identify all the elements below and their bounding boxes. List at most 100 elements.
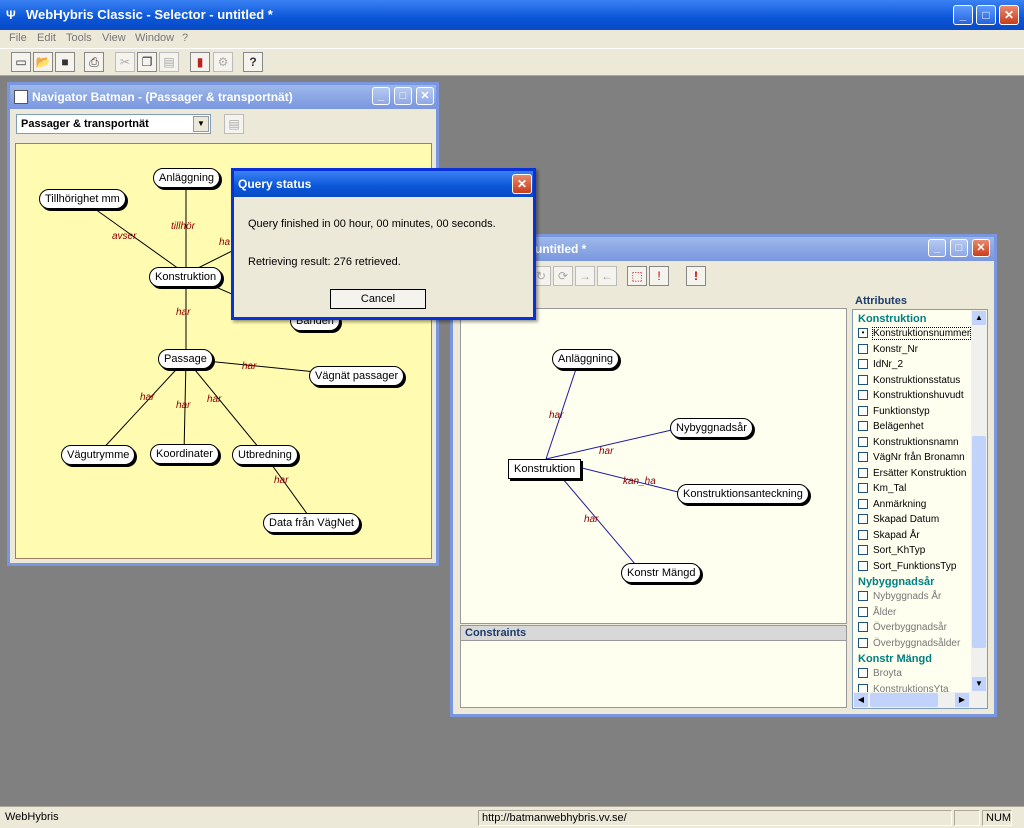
paste-icon[interactable]: ▤ <box>159 52 179 72</box>
attribute-checkbox[interactable] <box>858 606 868 617</box>
help-icon[interactable]: ? <box>243 52 263 72</box>
attribute-item[interactable]: VägNr från Bronamn <box>858 452 965 467</box>
attribute-checkbox[interactable] <box>858 498 868 509</box>
execute-icon[interactable]: ! <box>686 266 706 286</box>
vscroll-thumb[interactable] <box>972 436 986 648</box>
navigator-list-icon[interactable]: ▤ <box>224 114 244 134</box>
node-anlaggning[interactable]: Anläggning <box>153 168 221 188</box>
attribute-item[interactable]: Broyta <box>858 668 902 683</box>
hscroll-thumb[interactable] <box>870 693 938 707</box>
attribute-checkbox[interactable] <box>858 452 868 463</box>
attribute-item[interactable]: Överbyggnadsålder <box>858 638 960 653</box>
attribute-item[interactable]: Nybyggnads År <box>858 591 941 606</box>
menu-view[interactable]: View <box>102 32 126 44</box>
attribute-item[interactable]: Sort_KhTyp <box>858 545 925 560</box>
settings-icon[interactable]: ⚙ <box>213 52 233 72</box>
attribute-checkbox[interactable] <box>858 405 868 416</box>
attribute-item[interactable]: Skapad År <box>858 530 920 545</box>
attribute-item[interactable]: Konstruktionshuvudt <box>858 390 964 405</box>
attribute-checkbox[interactable]: • <box>858 328 868 339</box>
attribute-item[interactable]: KonstruktionsYta <box>858 683 949 692</box>
attribute-checkbox[interactable] <box>858 622 868 633</box>
attribute-item[interactable]: Överbyggnadsår <box>858 622 947 637</box>
not-arrow-icon[interactable]: → <box>575 266 595 286</box>
node-vagutrymme[interactable]: Vägutrymme <box>61 445 136 465</box>
warning-icon[interactable]: ! <box>649 266 669 286</box>
navigator-maximize-button[interactable]: □ <box>394 87 412 105</box>
attribute-item[interactable]: IdNr_2 <box>858 359 903 374</box>
node-koordinater[interactable]: Koordinater <box>150 444 219 464</box>
attribute-checkbox[interactable] <box>858 467 868 478</box>
print-icon[interactable]: ⎙ <box>84 52 104 72</box>
attribute-checkbox[interactable] <box>858 668 868 679</box>
menu-edit[interactable]: Edit <box>37 32 56 44</box>
selector-node-konstruktion[interactable]: Konstruktion <box>508 459 582 479</box>
save-icon[interactable]: ■ <box>55 52 75 72</box>
attribute-item[interactable]: Belägenhet <box>858 421 924 436</box>
node-vagnat-passager[interactable]: Vägnät passager <box>309 366 405 386</box>
selector-node-konstr-mangd[interactable]: Konstr Mängd <box>621 563 702 583</box>
navigator-close-button[interactable]: ✕ <box>416 87 434 105</box>
attribute-checkbox[interactable] <box>858 390 868 401</box>
navigator-minimize-button[interactable]: _ <box>372 87 390 105</box>
refresh-icon[interactable]: ⟳ <box>553 266 573 286</box>
constraints-panel[interactable] <box>460 640 847 708</box>
attribute-item[interactable]: Anmärkning <box>858 499 926 514</box>
attribute-item[interactable]: Konstruktionsnamn <box>858 437 959 452</box>
attribute-item[interactable]: Konstr_Nr <box>858 344 918 359</box>
attribute-checkbox[interactable] <box>858 343 868 354</box>
attribute-item[interactable]: Funktionstyp <box>858 406 930 421</box>
scroll-left-icon[interactable]: ◀ <box>854 693 868 707</box>
selector-minimize-button[interactable]: _ <box>928 239 946 257</box>
attribute-checkbox[interactable] <box>858 421 868 432</box>
selector-node-nybyggnadsar[interactable]: Nybyggnadsår <box>670 418 753 438</box>
attribute-item[interactable]: Km_Tal <box>858 483 906 498</box>
attribute-checkbox[interactable] <box>858 591 868 602</box>
attributes-hscrollbar[interactable]: ◀ ▶ <box>853 692 987 708</box>
menu-file[interactable]: File <box>9 32 27 44</box>
menu-window[interactable]: Window <box>135 32 174 44</box>
attribute-item[interactable]: Sort_FunktionsTyp <box>858 561 956 576</box>
attribute-checkbox[interactable] <box>858 545 868 556</box>
node-passage[interactable]: Passage <box>158 349 213 369</box>
open-icon[interactable]: 📂 <box>33 52 53 72</box>
menu-help[interactable]: ? <box>182 32 188 44</box>
node-tillhorighet[interactable]: Tillhörighet mm <box>39 189 126 209</box>
attribute-checkbox[interactable] <box>858 374 868 385</box>
select-area-icon[interactable]: ⬚ <box>627 266 647 286</box>
attribute-checkbox[interactable] <box>858 637 868 648</box>
attribute-checkbox[interactable] <box>858 560 868 571</box>
selector-maximize-button[interactable]: □ <box>950 239 968 257</box>
menu-tools[interactable]: Tools <box>66 32 92 44</box>
attribute-checkbox[interactable] <box>858 529 868 540</box>
attribute-checkbox[interactable] <box>858 514 868 525</box>
attribute-checkbox[interactable] <box>858 359 868 370</box>
copy-icon[interactable]: ❐ <box>137 52 157 72</box>
navigator-dropdown[interactable]: Passager & transportnät ▼ <box>16 114 211 134</box>
cancel-button[interactable]: Cancel <box>330 289 426 309</box>
selector-close-button[interactable]: ✕ <box>972 239 990 257</box>
attribute-item[interactable]: Skapad Datum <box>858 514 939 529</box>
selector-node-konstruktionsanteckning[interactable]: Konstruktionsanteckning <box>677 484 809 504</box>
attribute-checkbox[interactable] <box>858 683 868 692</box>
attribute-checkbox[interactable] <box>858 483 868 494</box>
maximize-button[interactable]: □ <box>976 5 996 25</box>
node-konstruktion[interactable]: Konstruktion <box>149 267 223 287</box>
dialog-close-button[interactable]: ✕ <box>512 174 532 194</box>
attribute-checkbox[interactable] <box>858 436 868 447</box>
attribute-item[interactable]: Konstruktionsstatus <box>858 375 960 390</box>
node-utbredning[interactable]: Utbredning <box>232 445 298 465</box>
attribute-item[interactable]: • Konstruktionsnummer <box>858 327 971 343</box>
attribute-item[interactable]: Ålder <box>858 607 896 622</box>
scroll-up-icon[interactable]: ▲ <box>972 311 986 325</box>
cut-icon[interactable]: ✂ <box>115 52 135 72</box>
close-button[interactable]: ✕ <box>999 5 1019 25</box>
minimize-button[interactable]: _ <box>953 5 973 25</box>
scroll-right-icon[interactable]: ▶ <box>955 693 969 707</box>
attributes-vscrollbar[interactable]: ▲ ▼ <box>971 310 987 692</box>
chevron-down-icon[interactable]: ▼ <box>193 116 209 132</box>
not-back-icon[interactable]: ← <box>597 266 617 286</box>
scroll-down-icon[interactable]: ▼ <box>972 677 986 691</box>
book-icon[interactable]: ▮ <box>190 52 210 72</box>
node-data-fran-vagnet[interactable]: Data från VägNet <box>263 513 360 533</box>
